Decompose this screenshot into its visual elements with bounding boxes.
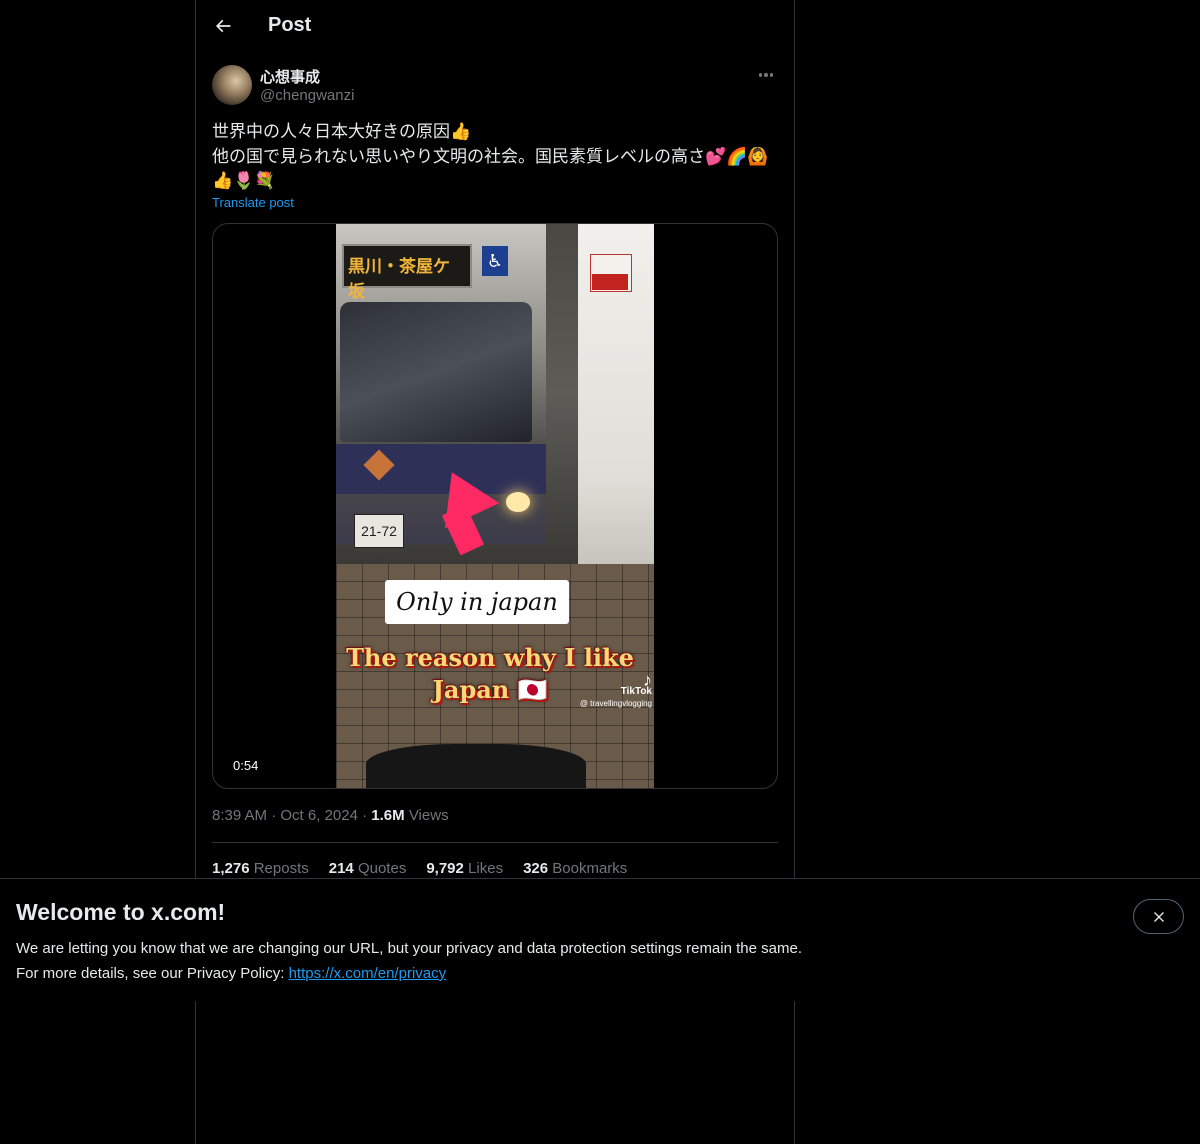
arrow-left-icon [215,19,231,33]
author-handle[interactable]: @chengwanzi [260,87,354,104]
post-text-line: 他の国で見られない思いやり文明の社会。国民素質レベルの高さ💕🌈🙆 [212,146,769,167]
avatar[interactable] [212,65,252,105]
bookmarks-label: Bookmarks [552,860,628,877]
meta-separator: · [362,807,372,824]
reposts-count: 1,276 [212,860,250,877]
post-text-line: 世界中の人々日本大好きの原因👍 [212,122,472,142]
back-button[interactable] [208,11,238,41]
likes-count: 9,792 [426,860,464,877]
post-text: 世界中の人々日本大好きの原因👍 他の国で見られない思いやり文明の社会。国民素質レ… [212,120,778,194]
more-button[interactable] [754,67,778,83]
video-duration: 0:54 [227,757,265,774]
tiktok-icon: ♪ [643,670,652,690]
meta-separator: · [271,807,281,824]
post-meta: 8:39 AM · Oct 6, 2024 · 1.6M Views [212,807,449,824]
post-text-line: 👍🌷💐 [212,171,276,191]
reposts-label: Reposts [253,860,309,877]
translate-post-link[interactable]: Translate post [212,195,294,210]
quotes-count: 214 [328,860,354,877]
wheelchair-icon: ♿ [482,246,508,276]
more-icon-dot [769,73,774,77]
reposts-stat[interactable]: 1,276 Reposts [212,860,309,877]
tiktok-watermark: ♪ TikTok @ travellingvlogging [564,670,652,710]
views-count: 1.6M [371,807,405,824]
post-author: 心想事成 @chengwanzi [212,65,778,107]
more-icon-dot [764,73,768,77]
banner-title: Welcome to x.com! [16,899,226,925]
post-date[interactable]: Oct 6, 2024 [280,807,358,824]
foreground-shadow [366,744,586,788]
banner-close-button[interactable] [1133,899,1184,934]
video-frame[interactable]: 黒川・茶屋ケ坂 ♿ 21-72 Only in japan The reason… [336,224,654,788]
page-title: Post [268,14,312,36]
privacy-policy-link[interactable]: https://x.com/en/privacy [289,965,447,982]
tiktok-brand: TikTok [620,686,652,697]
post-header: Post [196,0,794,53]
video-caption-small: Only in japan [385,580,569,624]
bus-headlight [506,492,530,512]
banner-text: We are letting you know that we are chan… [16,936,802,986]
license-plate: 21-72 [354,514,404,548]
likes-label: Likes [468,860,504,877]
quotes-label: Quotes [357,860,407,877]
views-label: Views [408,807,449,824]
tiktok-handle: @ travellingvlogging [579,699,652,708]
video-player[interactable]: 黒川・茶屋ケ坂 ♿ 21-72 Only in japan The reason… [212,223,778,789]
bus-windshield [340,302,532,442]
close-icon [1153,911,1164,922]
author-display-name[interactable]: 心想事成 [260,66,320,87]
likes-stat[interactable]: 9,792 Likes [426,860,503,877]
post-time[interactable]: 8:39 AM [212,807,267,824]
divider [212,842,778,843]
banner-line2: For more details, see our Privacy Policy… [16,965,289,982]
url-change-banner: Welcome to x.com! We are letting you kno… [0,878,1200,1001]
quotes-stat[interactable]: 214 Quotes [329,860,407,877]
bookmarks-count: 326 [523,860,549,877]
banner-line1: We are letting you know that we are chan… [16,940,802,957]
bookmarks-stat[interactable]: 326 Bookmarks [523,860,627,877]
bus-stop-sign-red [592,274,628,290]
bus-sign: 黒川・茶屋ケ坂 [342,244,472,302]
more-icon [758,73,763,77]
post-stats: 1,276 Reposts 214 Quotes 9,792 Likes 326… [212,860,627,877]
